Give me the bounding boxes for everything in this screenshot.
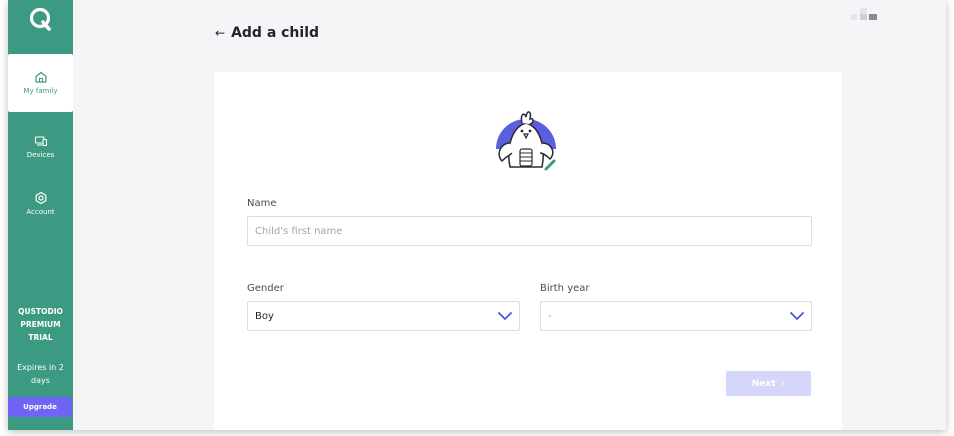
devices-icon	[34, 136, 47, 147]
name-input[interactable]	[247, 216, 812, 246]
logo[interactable]	[8, 0, 73, 40]
trial-title: QUSTODIO PREMIUM TRIAL	[18, 307, 63, 342]
next-button-label: Next	[751, 378, 776, 389]
birth-year-label: Birth year	[540, 283, 590, 294]
upgrade-button[interactable]: Upgrade	[8, 397, 72, 417]
home-icon	[34, 71, 47, 83]
page-title: ← Add a child	[215, 25, 319, 41]
sidebar-item-label: Account	[26, 208, 55, 216]
gender-label: Gender	[247, 283, 284, 294]
sidebar-item-account[interactable]: Account	[8, 175, 73, 233]
sidebar-item-label: Devices	[26, 151, 55, 159]
gender-select-value: Boy	[255, 310, 274, 322]
chevron-right-icon: ›	[781, 378, 786, 389]
add-child-form: Name Gender Boy Birth year - Next ›	[214, 72, 842, 430]
qustodio-logo-icon	[29, 7, 51, 31]
back-arrow-icon[interactable]: ←	[215, 26, 225, 40]
birth-year-select-value: -	[548, 310, 552, 322]
sidebar: My family Devices Account QUSTODIO PREMI…	[8, 0, 73, 430]
page-title-text: Add a child	[231, 25, 320, 41]
sidebar-item-devices[interactable]: Devices	[8, 118, 73, 176]
gear-icon	[35, 191, 46, 205]
name-label: Name	[247, 198, 277, 209]
app-window: My family Devices Account QUSTODIO PREMI…	[8, 0, 946, 430]
sidebar-item-label: My family	[23, 87, 58, 95]
birth-year-select[interactable]: -	[540, 301, 812, 331]
trial-expiry-text: Expires in 2 days	[17, 363, 64, 385]
chevron-down-icon	[498, 312, 512, 320]
next-button[interactable]: Next ›	[726, 371, 811, 396]
chevron-down-icon	[790, 312, 804, 320]
chicken-avatar-icon[interactable]	[484, 97, 568, 173]
sidebar-item-my-family[interactable]: My family	[8, 54, 73, 112]
pixel-pattern-icon	[851, 8, 877, 20]
gender-select[interactable]: Boy	[247, 301, 520, 331]
